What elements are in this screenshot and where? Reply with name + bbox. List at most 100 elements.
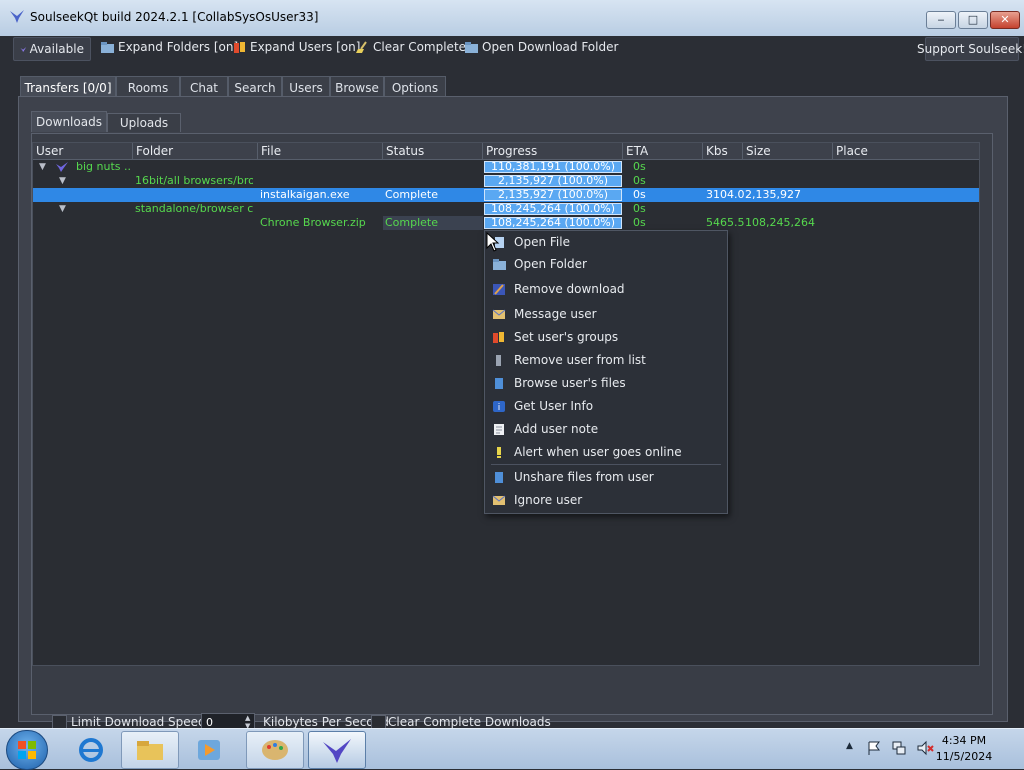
network-icon[interactable] (891, 740, 907, 756)
spin-up-icon[interactable]: ▲ (245, 714, 255, 722)
ignore-icon (492, 495, 506, 505)
cell-file: instalkaigan.exe (260, 188, 350, 201)
progress-bar: 108,245,264 (100.0%) (484, 203, 622, 215)
window-title: SoulseekQt build 2024.2.1 [CollabSysOsUs… (30, 10, 319, 24)
list-remove-icon (496, 354, 501, 366)
taskbar-media-player[interactable] (180, 731, 238, 769)
remove-icon (493, 283, 505, 295)
close-button[interactable]: ✕ (990, 11, 1020, 29)
users-group-icon (234, 41, 245, 53)
menu-browse-users-files[interactable]: Browse user's files (487, 372, 723, 394)
table-header: User Folder File Status Progress ETA Kbs… (33, 143, 979, 160)
cell-status: Complete (383, 216, 483, 230)
system-clock[interactable]: 4:34 PM 11/5/2024 (924, 733, 1004, 765)
menu-separator (491, 464, 721, 465)
clock-date: 11/5/2024 (935, 750, 993, 763)
action-center-flag-icon[interactable] (866, 740, 882, 756)
header-user[interactable]: User (33, 143, 133, 159)
header-size[interactable]: Size (743, 143, 833, 159)
support-soulseek-button[interactable]: Support Soulseek! (917, 37, 1024, 61)
taskbar: ▲ 4:34 PM 11/5/2024 (0, 728, 1024, 770)
mouse-cursor-icon (486, 232, 500, 252)
maximize-button[interactable]: □ (958, 11, 988, 29)
taskbar-ie[interactable] (62, 731, 120, 769)
expand-users-button[interactable]: Expand Users [on] (232, 36, 360, 58)
expand-folders-label: Expand Folders [on] (118, 40, 239, 54)
header-eta[interactable]: ETA (623, 143, 703, 159)
taskbar-explorer[interactable] (121, 731, 179, 769)
title-bar: SoulseekQt build 2024.2.1 [CollabSysOsUs… (0, 0, 1024, 37)
browse-icon (495, 377, 503, 389)
table-row[interactable]: Chrone Browser.zip Complete 108,245,264 … (33, 216, 979, 230)
cell-eta: 0s (633, 202, 646, 215)
soulseek-bird-icon (323, 739, 351, 763)
progress-bar: 110,381,191 (100.0%) (484, 161, 622, 173)
progress-bar: 2,135,927 (100.0%) (484, 175, 622, 187)
clear-complete-button[interactable]: Clear Complete (355, 36, 466, 58)
menu-add-user-note[interactable]: Add user note (487, 418, 723, 440)
taskbar-paint[interactable] (246, 731, 304, 769)
internet-explorer-icon (79, 738, 103, 762)
collapse-arrow-icon[interactable]: ▼ (59, 174, 66, 188)
unshare-icon (495, 471, 503, 483)
menu-open-folder[interactable]: Open Folder (487, 253, 723, 275)
available-status-button[interactable]: Available (13, 37, 91, 61)
cell-folder: 16bit/all browsers/bro... (135, 174, 253, 187)
menu-message-user[interactable]: Message user (487, 303, 723, 325)
cell-size: 2,135,927 (745, 188, 801, 201)
clear-complete-label: Clear Complete (373, 40, 467, 54)
collapse-arrow-icon[interactable]: ▼ (59, 202, 66, 216)
groups-icon (493, 331, 504, 343)
tray-expand-icon[interactable]: ▲ (846, 741, 853, 751)
context-menu: Open File Open Folder Remove download Me… (484, 230, 728, 514)
toolbar: Available Expand Folders [on] Expand Use… (0, 36, 1024, 61)
clock-time: 4:34 PM (941, 734, 987, 747)
header-file[interactable]: File (258, 143, 383, 159)
start-button[interactable] (6, 730, 48, 770)
cell-file: Chrone Browser.zip (260, 216, 366, 229)
cell-kbs: 3104.0 (706, 188, 745, 201)
header-status[interactable]: Status (383, 143, 483, 159)
menu-ignore-user[interactable]: Ignore user (487, 489, 723, 511)
collapse-arrow-icon[interactable]: ▼ (39, 160, 46, 174)
cell-eta: 0s (633, 188, 646, 201)
message-icon (492, 309, 506, 319)
table-row[interactable]: ▼ standalone/browser c... 108,245,264 (1… (33, 202, 979, 216)
menu-unshare-files[interactable]: Unshare files from user (487, 466, 723, 488)
subtab-uploads[interactable]: Uploads (107, 113, 181, 132)
table-row-selected[interactable]: instalkaigan.exe Complete 2,135,927 (100… (33, 188, 979, 202)
cell-kbs: 5465.5 (706, 216, 745, 229)
paint-palette-icon (262, 740, 288, 760)
open-download-folder-label: Open Download Folder (482, 40, 619, 54)
menu-remove-download[interactable]: Remove download (487, 278, 723, 300)
menu-open-file[interactable]: Open File (487, 231, 723, 253)
expand-users-label: Expand Users [on] (250, 40, 361, 54)
header-folder[interactable]: Folder (133, 143, 258, 159)
limit-speed-label: Limit Download Speed to (71, 715, 222, 729)
info-icon: i (493, 400, 505, 413)
table-row[interactable]: ▼ 16bit/all browsers/bro... 2,135,927 (1… (33, 174, 979, 188)
minimize-button[interactable]: ‒ (926, 11, 956, 29)
menu-alert-when-online[interactable]: Alert when user goes online (487, 441, 723, 463)
expand-folders-button[interactable]: Expand Folders [on] (100, 36, 238, 58)
file-explorer-icon (137, 741, 163, 760)
folder-icon (101, 41, 114, 53)
windows-logo-icon (18, 741, 36, 759)
user-bird-icon (56, 162, 68, 172)
open-download-folder-button[interactable]: Open Download Folder (464, 36, 618, 58)
menu-remove-user-from-list[interactable]: Remove user from list (487, 349, 723, 371)
note-icon (494, 423, 504, 435)
menu-get-user-info[interactable]: i Get User Info (487, 395, 723, 417)
header-kbs[interactable]: Kbs (703, 143, 743, 159)
progress-bar: 2,135,927 (100.0%) (484, 189, 622, 201)
cell-size: 108,245,264 (745, 216, 815, 229)
menu-set-users-groups[interactable]: Set user's groups (487, 326, 723, 348)
media-player-icon (198, 740, 220, 760)
header-progress[interactable]: Progress (483, 143, 623, 159)
clear-complete-downloads-label: Clear Complete Downloads (388, 715, 551, 729)
folder-icon (493, 258, 506, 270)
header-place[interactable]: Place (833, 143, 979, 159)
subtab-downloads[interactable]: Downloads (31, 111, 107, 132)
taskbar-soulseek[interactable] (308, 731, 366, 769)
table-row[interactable]: ▼ big nuts ... 110,381,191 (100.0%) 0s (33, 160, 979, 174)
